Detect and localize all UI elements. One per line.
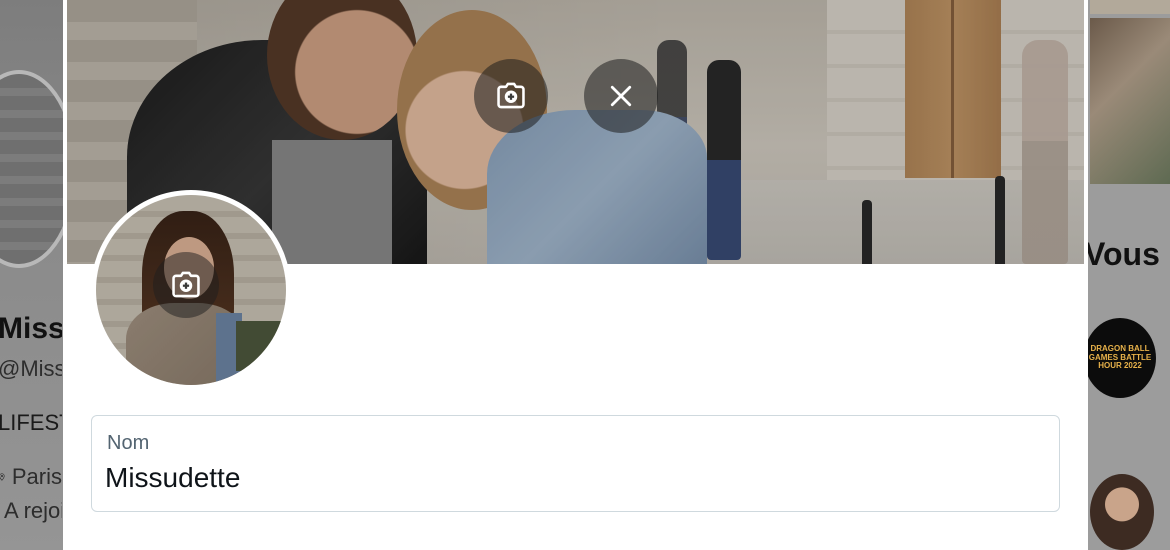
camera-plus-icon bbox=[172, 271, 200, 298]
background-profile-bio: LIFESTYLE bbox=[0, 410, 62, 435]
location-pin-icon bbox=[0, 473, 5, 481]
remove-banner-button[interactable] bbox=[584, 59, 658, 133]
background-profile-name: Missudette bbox=[0, 312, 62, 345]
background-profile-location-text: Paris bbox=[11, 464, 62, 489]
camera-plus-icon bbox=[497, 82, 525, 109]
background-media-photo bbox=[1090, 18, 1170, 184]
background-profile-location: Paris bbox=[0, 464, 62, 490]
background-media-thumb bbox=[1090, 0, 1170, 14]
close-icon bbox=[610, 85, 632, 107]
background-profile-joined: A rejoint bbox=[0, 498, 62, 524]
background-suggestion-avatar-2 bbox=[1090, 474, 1154, 550]
background-sidebar-heading: Vous pourriez aimer bbox=[1084, 236, 1170, 272]
change-avatar-button[interactable] bbox=[153, 252, 219, 318]
profile-avatar-frame bbox=[91, 190, 291, 390]
name-field-label: Nom bbox=[107, 432, 150, 454]
change-banner-button[interactable] bbox=[474, 59, 548, 133]
background-suggestion-avatar: DRAGON BALL GAMES BATTLE HOUR 2022 bbox=[1084, 318, 1156, 398]
background-profile-joined-text: A rejoint bbox=[4, 498, 62, 523]
background-profile-handle: @Missudette bbox=[0, 356, 62, 381]
edit-profile-modal: Nom bbox=[63, 0, 1088, 550]
name-field[interactable]: Nom bbox=[91, 415, 1060, 512]
suggestion-logo-text: DRAGON BALL GAMES BATTLE HOUR 2022 bbox=[1088, 343, 1152, 371]
name-input[interactable] bbox=[105, 462, 1035, 494]
